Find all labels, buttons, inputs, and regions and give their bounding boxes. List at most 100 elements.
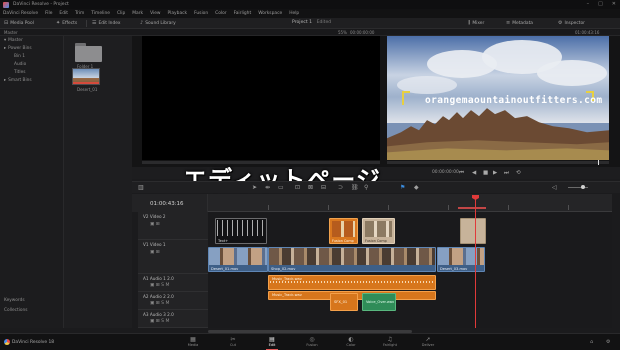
- timeline-zoom-handle[interactable]: [581, 185, 585, 189]
- stop-icon[interactable]: ■: [483, 170, 488, 176]
- track-header-a2[interactable]: A2 Audio 2 2.0 ▣ ⊞ S M: [138, 292, 208, 310]
- bin-item-titles[interactable]: Titles: [0, 68, 63, 76]
- overwrite-clip-icon[interactable]: ⊠: [308, 184, 313, 191]
- clip-thumbnails: [209, 248, 267, 265]
- window-controls: – □ ✕: [587, 1, 616, 7]
- menu-item-fusion[interactable]: Fusion: [194, 11, 208, 16]
- play-reverse-icon[interactable]: ◀: [472, 170, 476, 176]
- edit-index-button[interactable]: ☰ Edit Index: [92, 20, 120, 26]
- menu-item-app[interactable]: DaVinci Resolve: [3, 11, 38, 16]
- menu-item-workspace[interactable]: Workspace: [258, 11, 282, 16]
- track-controls[interactable]: ▣ ⊞ S M: [150, 301, 169, 306]
- trim-tool-icon[interactable]: ⇹: [265, 184, 270, 191]
- page-tab-edit[interactable]: ▤ Edit: [262, 336, 282, 350]
- track-header-v1[interactable]: V1 Video 1 ▣ ⊞: [138, 240, 208, 274]
- in-out-range[interactable]: [458, 207, 486, 209]
- bin-smart-bins[interactable]: ▸ Smart Bins: [0, 76, 63, 84]
- deliver-page-icon: ➚: [425, 336, 431, 343]
- track-controls[interactable]: ▣ ⊞ S M: [150, 319, 169, 324]
- snapping-icon[interactable]: ⊃: [338, 184, 343, 191]
- sound-library-label: Sound Library: [145, 20, 176, 26]
- loop-icon[interactable]: ⟲: [516, 170, 521, 176]
- play-icon[interactable]: ▶: [493, 170, 497, 176]
- viewer-playhead[interactable]: [598, 160, 599, 165]
- layout-icon[interactable]: ▥: [138, 184, 144, 191]
- page-tab-media[interactable]: ▦ Media: [183, 336, 203, 349]
- close-icon[interactable]: ✕: [612, 1, 616, 7]
- menu-item-color[interactable]: Color: [215, 11, 226, 16]
- metadata-label: Metadata: [512, 20, 533, 26]
- bin-item-1[interactable]: Bin 1: [0, 52, 63, 60]
- source-viewer[interactable]: [142, 36, 380, 160]
- bin-item-audio[interactable]: Audio: [0, 60, 63, 68]
- menu-item-file[interactable]: File: [45, 11, 52, 16]
- collections-item[interactable]: Collections: [4, 308, 28, 313]
- menu-item-help[interactable]: Help: [289, 11, 299, 16]
- adjustment-clip[interactable]: [460, 218, 486, 244]
- menu-item-fairlight[interactable]: Fairlight: [234, 11, 252, 16]
- maximize-icon[interactable]: □: [598, 1, 603, 7]
- select-tool-icon[interactable]: ➤: [252, 184, 257, 191]
- clip-label: SFX_01: [334, 300, 348, 304]
- effects-button[interactable]: ✦ Effects: [56, 20, 77, 26]
- mixer-button[interactable]: ⫼ Mixer: [468, 20, 484, 26]
- track-controls[interactable]: ▣ ⊞ S M: [150, 283, 169, 288]
- keywords-item[interactable]: Keywords: [4, 298, 25, 303]
- track-header-a1[interactable]: A1 Audio 1 2.0 ▣ ⊞ S M: [138, 274, 208, 292]
- track-controls[interactable]: ▣ ⊞: [150, 250, 160, 255]
- link-icon[interactable]: ⛓: [351, 184, 359, 191]
- blade-tool-icon[interactable]: ▭: [278, 184, 284, 191]
- page-tab-color[interactable]: ◐ Color: [341, 336, 361, 349]
- minimize-icon[interactable]: –: [587, 1, 590, 7]
- page-tab-cut[interactable]: ✂ Cut: [223, 336, 243, 349]
- menu-item-mark[interactable]: Mark: [132, 11, 143, 16]
- folder-icon[interactable]: [75, 43, 102, 62]
- timeline-scrubber[interactable]: [387, 161, 609, 164]
- metadata-button[interactable]: ≡ Metadata: [506, 20, 533, 26]
- media-pool-button[interactable]: ⊟ Media Pool: [4, 20, 34, 26]
- page-tab-deliver[interactable]: ➚ Deliver: [418, 336, 438, 349]
- track-controls[interactable]: ▣ ⊞: [150, 222, 160, 227]
- inspector-button[interactable]: ⚙ Inspector: [558, 20, 585, 26]
- title-clip[interactable]: Text+: [215, 218, 267, 244]
- fusion-clip[interactable]: Fusion Comp: [329, 218, 358, 244]
- bin-master[interactable]: ▾ Master: [0, 36, 63, 44]
- page-tab-fusion[interactable]: ◎ Fusion: [302, 336, 322, 349]
- viewer-zoom[interactable]: 55%: [338, 30, 347, 35]
- flag-icon[interactable]: ⚑: [400, 184, 405, 191]
- window-titlebar: DaVinci Resolve - Project – □ ✕: [0, 0, 620, 9]
- audio-clip[interactable]: SFX_01: [330, 293, 358, 311]
- playhead-line[interactable]: [475, 195, 476, 328]
- marker-icon[interactable]: ◆: [414, 184, 419, 191]
- track-header-a3[interactable]: A3 Audio 3 2.0 ▣ ⊞ S M: [138, 310, 208, 328]
- timeline-zoom-slider[interactable]: [568, 187, 588, 188]
- track-header-v2[interactable]: V2 Video 2 ▣ ⊞: [138, 212, 208, 240]
- insert-clip-icon[interactable]: ⊡: [295, 184, 300, 191]
- skip-end-icon[interactable]: ⏭: [504, 170, 509, 177]
- timeline-ruler[interactable]: [208, 194, 612, 212]
- home-icon[interactable]: ⌂: [590, 339, 593, 345]
- sound-library-button[interactable]: ♪ Sound Library: [140, 20, 176, 26]
- media-clip-thumbnail[interactable]: [72, 68, 100, 85]
- fusion-clip[interactable]: Fusion Comp: [362, 218, 395, 244]
- menu-item-playback[interactable]: Playback: [168, 11, 188, 16]
- video-clip[interactable]: Desert_01.mov: [208, 247, 268, 272]
- menu-item-view[interactable]: View: [150, 11, 160, 16]
- settings-gear-icon[interactable]: ⚙: [606, 339, 610, 345]
- effects-label: Effects: [62, 20, 78, 26]
- page-tab-fairlight[interactable]: ♫ Fairlight: [380, 336, 400, 349]
- replace-clip-icon[interactable]: ⊟: [321, 184, 326, 191]
- skip-start-icon[interactable]: ⏮: [459, 170, 464, 177]
- audio-clip[interactable]: Music_Track.wav: [268, 275, 436, 290]
- menu-item-timeline[interactable]: Timeline: [91, 11, 110, 16]
- clip-thumbnails: [438, 248, 484, 265]
- menu-item-clip[interactable]: Clip: [117, 11, 125, 16]
- video-clip[interactable]: Desert_03.mov: [437, 247, 485, 272]
- video-clip[interactable]: Shop_02.mov: [268, 247, 436, 272]
- bin-power-bins[interactable]: ▸ Power Bins: [0, 44, 63, 52]
- audio-clip[interactable]: Voice_Over.wav: [362, 293, 396, 311]
- position-lock-icon[interactable]: ⚲: [364, 184, 368, 191]
- menu-item-trim[interactable]: Trim: [75, 11, 84, 16]
- menu-item-edit[interactable]: Edit: [59, 11, 68, 16]
- audio-meter-icon[interactable]: ◁: [552, 184, 557, 191]
